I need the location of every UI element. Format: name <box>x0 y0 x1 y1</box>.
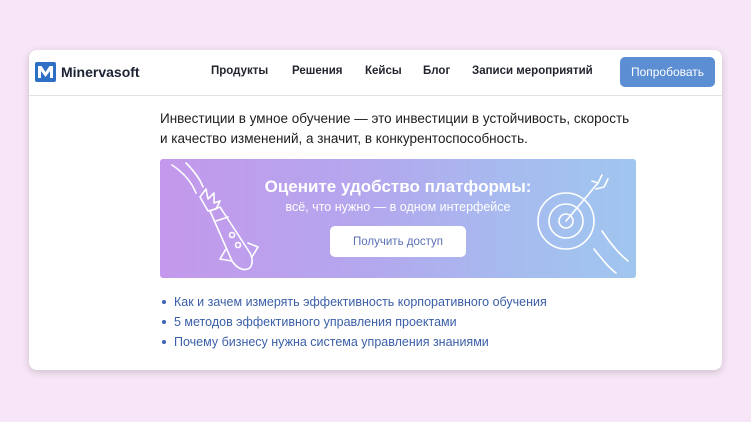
link-project-management-methods[interactable]: 5 методов эффективного управления проект… <box>174 315 457 329</box>
list-item: 5 методов эффективного управления проект… <box>160 312 547 332</box>
logo[interactable]: Minervasoft <box>35 62 140 82</box>
nav-item-blog[interactable]: Блог <box>423 65 450 77</box>
nav-item-solutions[interactable]: Решения <box>292 65 343 77</box>
get-access-button[interactable]: Получить доступ <box>330 226 466 257</box>
nav-item-event-records[interactable]: Записи мероприятий <box>472 65 593 77</box>
nav-item-products[interactable]: Продукты <box>211 65 268 77</box>
try-button[interactable]: Попробовать <box>620 57 715 87</box>
promo-banner[interactable]: Оцените удобство платформы: всё, что нуж… <box>160 159 636 278</box>
bullet-icon <box>162 300 166 304</box>
bullet-icon <box>162 340 166 344</box>
related-links: Как и зачем измерять эффективность корпо… <box>160 292 547 352</box>
intro-paragraph: Инвестиции в умное обучение — это инвест… <box>160 111 630 146</box>
logo-text: Minervasoft <box>61 64 140 80</box>
minervasoft-logo-icon <box>35 62 56 82</box>
link-measure-training-efficiency[interactable]: Как и зачем измерять эффективность корпо… <box>174 295 547 309</box>
list-item: Почему бизнесу нужна система управления … <box>160 332 547 352</box>
site-header: Minervasoft Продукты Решения Кейсы Блог … <box>29 50 722 96</box>
link-knowledge-management-system[interactable]: Почему бизнесу нужна система управления … <box>174 335 489 349</box>
browser-window: Minervasoft Продукты Решения Кейсы Блог … <box>29 50 722 370</box>
bullet-icon <box>162 320 166 324</box>
nav-item-cases[interactable]: Кейсы <box>365 65 402 77</box>
target-icon <box>537 174 629 274</box>
list-item: Как и зачем измерять эффективность корпо… <box>160 292 547 312</box>
